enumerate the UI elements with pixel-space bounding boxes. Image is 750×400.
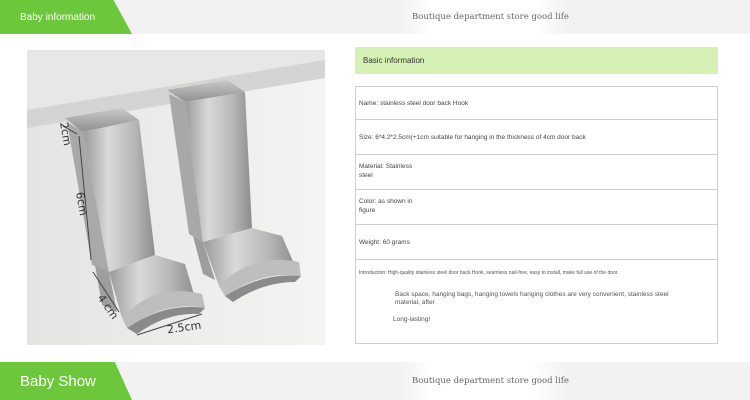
info-row-text: Color: as shown in figure [359, 198, 413, 214]
bottom-header-bar: Baby Show Boutique department store good… [0, 362, 750, 400]
info-row-text: Size: 6*4.2*2.5cm(+1cm suitable for hang… [359, 133, 586, 141]
store-slogan: Boutique department store good life [412, 12, 569, 22]
basic-info-header: Basic information [355, 47, 718, 74]
info-row-text: Weight: 60 grams [359, 238, 410, 246]
info-row-text: Name: stainless steel door back Hook [359, 99, 469, 107]
store-slogan: Boutique department store good life [412, 376, 569, 386]
section-tab: Baby Show [0, 362, 132, 400]
introduction-line-2: Back space, hanging bags, hanging towels… [395, 291, 669, 307]
info-row-material: Material: Stainless steel [356, 155, 717, 190]
basic-info-title: Basic information [363, 56, 425, 65]
introduction-block: Introduction: High-quality stainless ste… [356, 260, 717, 344]
product-photo: 2cm 6cm 4 cm 2.5cm [27, 50, 325, 345]
introduction-line-3: Long-lasting! [393, 316, 431, 323]
section-tab-label: Baby Show [20, 372, 96, 390]
info-row-color: Color: as shown in figure [356, 190, 717, 225]
section-tab-label: Baby information [20, 11, 96, 23]
info-row-weight: Weight: 60 grams [356, 225, 717, 260]
top-header-bar: Baby information Boutique department sto… [0, 0, 750, 34]
door-hooks-illustration: 2cm 6cm 4 cm 2.5cm [27, 50, 325, 345]
info-row-text: Material: Stainless steel [359, 163, 413, 179]
info-row-size: Size: 6*4.2*2.5cm(+1cm suitable for hang… [356, 120, 717, 155]
introduction-line-1: Introduction: High-quality stainless ste… [359, 270, 619, 276]
info-table: Name: stainless steel door back Hook Siz… [355, 86, 718, 344]
section-tab: Baby information [0, 0, 132, 34]
info-row-name: Name: stainless steel door back Hook [356, 87, 717, 120]
